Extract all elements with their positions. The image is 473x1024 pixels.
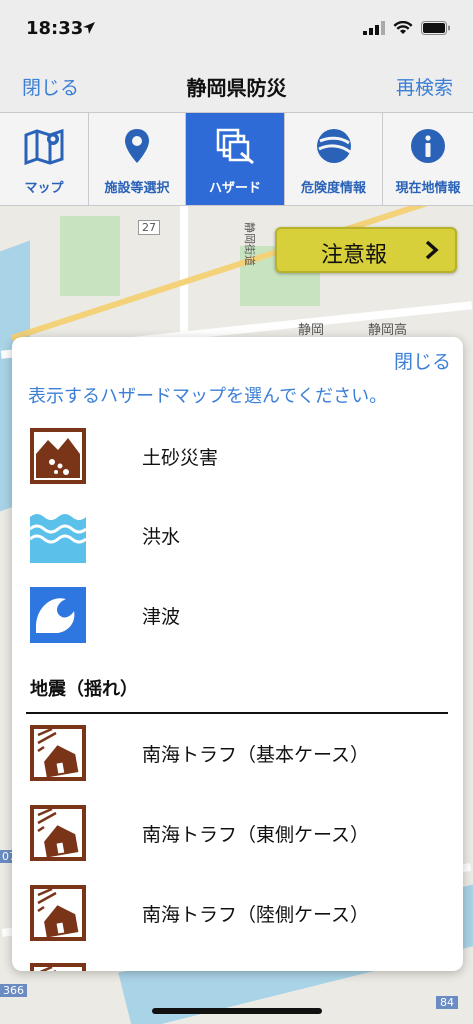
earthquake-house-icon bbox=[30, 885, 86, 941]
hazard-item-label: 南海トラフ（東側ケース） bbox=[142, 824, 370, 846]
landslide-icon bbox=[30, 428, 86, 484]
signal-icon bbox=[363, 20, 385, 39]
map-icon bbox=[24, 127, 64, 169]
tab-facility-label: 施設等選択 bbox=[104, 181, 170, 196]
hazard-item-label: 南海トラフ（基本ケース） bbox=[142, 744, 370, 766]
close-button[interactable]: 閉じる bbox=[22, 73, 79, 100]
advisory-button[interactable]: 注意報 bbox=[275, 227, 457, 273]
hazard-select-dialog: 閉じる 表示するハザードマップを選んでください。 土砂災害 洪水 津波 地震（揺… bbox=[12, 337, 463, 971]
section-divider bbox=[26, 712, 448, 714]
station2-label: 静岡高 bbox=[368, 323, 408, 338]
tab-map[interactable]: マップ bbox=[0, 113, 89, 205]
hazard-item-nankai-land[interactable]: 南海トラフ（陸側ケース） bbox=[12, 883, 463, 945]
research-button[interactable]: 再検索 bbox=[396, 73, 453, 100]
hazard-item-landslide[interactable]: 土砂災害 bbox=[12, 426, 463, 488]
info-icon bbox=[409, 127, 447, 169]
hazard-layers-icon bbox=[215, 127, 255, 169]
hazard-item-label: 津波 bbox=[142, 606, 181, 628]
road bbox=[180, 206, 188, 346]
hazard-item-nankai-base[interactable]: 南海トラフ（基本ケース） bbox=[12, 723, 463, 785]
hazard-item-tsunami[interactable]: 津波 bbox=[12, 585, 463, 647]
hazard-toolbar: マップ 施設等選択 ハザード 危険度情報 現在地情報 bbox=[0, 112, 473, 206]
dialog-close-button[interactable]: 閉じる bbox=[394, 347, 451, 374]
hazard-item-label: 土砂災害 bbox=[142, 447, 219, 469]
tab-current-location[interactable]: 現在地情報 bbox=[383, 113, 473, 205]
hazard-item-label: 洪水 bbox=[142, 526, 181, 548]
earthquake-house-icon bbox=[30, 963, 86, 971]
hazard-item-nankai-east[interactable]: 南海トラフ（東側ケース） bbox=[12, 803, 463, 865]
location-pin-icon bbox=[122, 127, 152, 169]
tab-facility-select[interactable]: 施設等選択 bbox=[89, 113, 186, 205]
park-area bbox=[60, 216, 120, 296]
advisory-label: 注意報 bbox=[321, 243, 388, 268]
earthquake-house-icon bbox=[30, 805, 86, 861]
tsunami-icon bbox=[30, 587, 86, 643]
location-arrow-icon bbox=[82, 20, 96, 39]
dialog-prompt: 表示するハザードマップを選んでください。 bbox=[28, 386, 388, 407]
home-indicator bbox=[152, 1008, 322, 1014]
globe-icon bbox=[315, 127, 353, 169]
earthquake-section-header: 地震（揺れ） bbox=[30, 679, 138, 700]
route-366-label: 366 bbox=[0, 984, 27, 997]
street-label: 静岡街道 bbox=[243, 222, 256, 266]
tab-current-location-label: 現在地情報 bbox=[395, 181, 461, 196]
tab-risk-info[interactable]: 危険度情報 bbox=[285, 113, 383, 205]
status-bar: 18:33 bbox=[0, 0, 473, 60]
tab-map-label: マップ bbox=[24, 181, 64, 196]
route-27-label: 27 bbox=[138, 220, 160, 235]
station-label: 静岡 bbox=[298, 323, 325, 338]
chevron-right-icon bbox=[425, 240, 439, 264]
tab-hazard-label: ハザード bbox=[208, 181, 261, 196]
wifi-icon bbox=[393, 20, 413, 39]
hazard-item-label: 南海トラフ（陸側ケース） bbox=[142, 904, 370, 926]
flood-icon bbox=[29, 507, 87, 563]
tab-hazard[interactable]: ハザード bbox=[186, 113, 285, 205]
battery-icon bbox=[421, 20, 451, 39]
tab-risk-label: 危険度情報 bbox=[300, 181, 366, 196]
earthquake-house-icon bbox=[30, 725, 86, 781]
hazard-item-partial[interactable] bbox=[12, 961, 463, 971]
navigation-bar: 閉じる 静岡県防災 再検索 bbox=[0, 60, 473, 112]
hazard-item-flood[interactable]: 洪水 bbox=[12, 505, 463, 567]
route-84-label: 84 bbox=[436, 996, 458, 1009]
status-time: 18:33 bbox=[26, 18, 84, 39]
